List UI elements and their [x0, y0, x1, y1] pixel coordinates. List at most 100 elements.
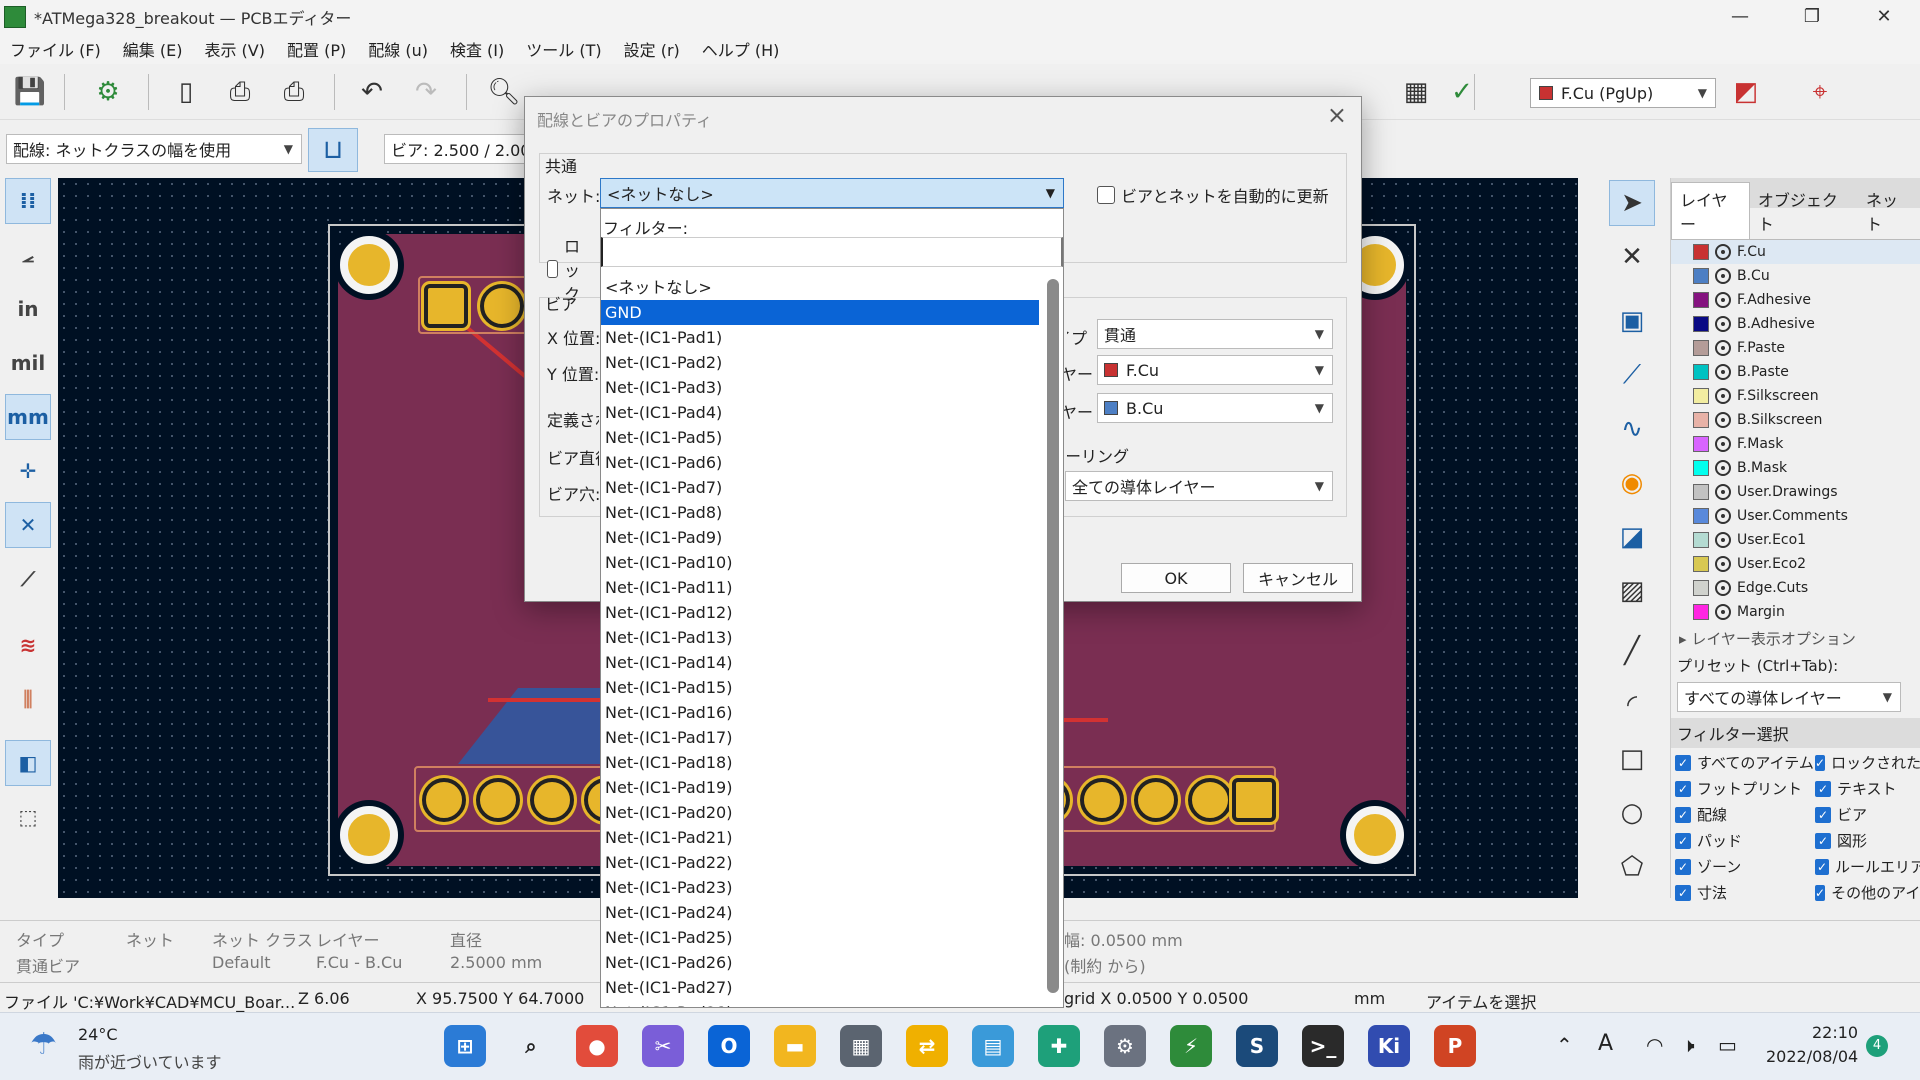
eye-icon[interactable]	[1715, 412, 1731, 428]
calculator-icon[interactable]: ▦	[840, 1025, 882, 1067]
microwave-icon[interactable]: ⌖	[1800, 72, 1840, 112]
wifi-icon[interactable]: ◠	[1646, 1033, 1663, 1057]
via-size-select[interactable]: ビア: 2.500 / 2.000	[384, 134, 534, 164]
menu-view[interactable]: 表示 (V)	[204, 37, 265, 61]
draw-line-icon[interactable]: ╱	[1609, 628, 1655, 674]
volume-icon[interactable]: 🕨	[1682, 1033, 1695, 1057]
layer-color-swatch[interactable]	[1693, 388, 1709, 404]
search-icon[interactable]: ⌕	[510, 1025, 552, 1067]
net-list-item[interactable]: Net-(IC1-Pad24)	[601, 900, 1039, 925]
filter-checkbox[interactable]: ✓ パッド	[1675, 830, 1815, 851]
eye-icon[interactable]	[1715, 604, 1731, 620]
layer-row[interactable]: F.Mask	[1671, 432, 1920, 456]
selection-area-icon[interactable]: ⬚	[5, 794, 51, 840]
net-list-scrollbar[interactable]	[1047, 279, 1059, 993]
scripting-icon[interactable]: ✓	[1442, 72, 1482, 112]
layer-color-swatch[interactable]	[1693, 244, 1709, 260]
layer-color-swatch[interactable]	[1693, 460, 1709, 476]
end-layer-select[interactable]: B.Cu ▼	[1097, 393, 1333, 423]
layer-row[interactable]: Edge.Cuts	[1671, 576, 1920, 600]
outlook-icon[interactable]: O	[708, 1025, 750, 1067]
layer-color-swatch[interactable]	[1693, 532, 1709, 548]
pad[interactable]	[1232, 778, 1276, 822]
auto-update-checkbox[interactable]: ビアとネットを自動的に更新	[1097, 183, 1329, 207]
eye-icon[interactable]	[1715, 484, 1731, 500]
eye-icon[interactable]	[1715, 580, 1731, 596]
track-width-select[interactable]: 配線: ネットクラスの幅を使用 ▼	[6, 134, 302, 164]
layer-row[interactable]: User.Eco1	[1671, 528, 1920, 552]
filter-checkbox[interactable]: ✓ テキスト	[1815, 778, 1920, 799]
unit-inch-button[interactable]: in	[5, 286, 51, 332]
menu-edit[interactable]: 編集 (E)	[123, 37, 183, 61]
pad[interactable]	[476, 778, 520, 822]
layer-color-swatch[interactable]	[1693, 556, 1709, 572]
clock-date[interactable]: 2022/08/04	[1766, 1047, 1858, 1066]
draw-rectangle-icon[interactable]: □	[1609, 736, 1655, 782]
eye-icon[interactable]	[1715, 556, 1731, 572]
save-icon[interactable]: 💾	[10, 72, 50, 112]
layer-row[interactable]: User.Eco2	[1671, 552, 1920, 576]
layer-pair-icon[interactable]: ◩	[1726, 72, 1766, 112]
undo-icon[interactable]: ↶	[352, 72, 392, 112]
net-list-item[interactable]: Net-(IC1-Pad15)	[601, 675, 1039, 700]
layer-row[interactable]: Margin	[1671, 600, 1920, 624]
check-icon[interactable]: ✓	[1815, 806, 1831, 823]
eye-icon[interactable]	[1715, 268, 1731, 284]
check-icon[interactable]: ✓	[1675, 884, 1691, 901]
layer-row[interactable]: F.Adhesive	[1671, 288, 1920, 312]
net-list-item[interactable]: Net-(IC1-Pad3)	[601, 375, 1039, 400]
eye-icon[interactable]	[1715, 436, 1731, 452]
route-track-icon[interactable]: ⟋	[1609, 352, 1655, 398]
preset-select[interactable]: すべての導体レイヤー ▼	[1677, 682, 1901, 712]
net-list-item[interactable]: Net-(IC1-Pad2)	[601, 350, 1039, 375]
terminal-icon[interactable]: >_	[1302, 1025, 1344, 1067]
menu-preferences[interactable]: 設定 (r)	[624, 37, 680, 61]
net-list-item[interactable]: Net-(IC1-Pad10)	[601, 550, 1039, 575]
net-list-item[interactable]: Net-(IC1-Pad11)	[601, 575, 1039, 600]
layer-color-swatch[interactable]	[1693, 340, 1709, 356]
polar-coords-icon[interactable]: ⦟	[5, 232, 51, 278]
weather-temp[interactable]: 24°C	[78, 1025, 118, 1044]
net-list-item[interactable]: Net-(IC1-Pad7)	[601, 475, 1039, 500]
eye-icon[interactable]	[1715, 508, 1731, 524]
check-icon[interactable]: ✓	[1675, 858, 1691, 875]
pcbnew-icon[interactable]: ⚡	[1170, 1025, 1212, 1067]
add-zone-icon[interactable]: ◪	[1609, 514, 1655, 560]
layer-row[interactable]: B.Adhesive	[1671, 312, 1920, 336]
unit-mil-button[interactable]: mil	[5, 340, 51, 386]
check-icon[interactable]: ✓	[1815, 754, 1826, 771]
explorer-icon[interactable]: ▬	[774, 1025, 816, 1067]
ime-indicator[interactable]: A	[1598, 1031, 1613, 1056]
chrome-icon[interactable]: ●	[576, 1025, 618, 1067]
eye-icon[interactable]	[1715, 316, 1731, 332]
layer-color-swatch[interactable]	[1693, 508, 1709, 524]
annular-ring-select[interactable]: 全ての導体レイヤー ▼	[1065, 471, 1333, 501]
via-type-select[interactable]: 貫通 ▼	[1097, 319, 1333, 349]
net-list-item[interactable]: GND	[601, 300, 1039, 325]
close-window-button[interactable]: ✕	[1848, 0, 1920, 34]
layer-color-swatch[interactable]	[1693, 364, 1709, 380]
net-list-item[interactable]: Net-(IC1-Pad9)	[601, 525, 1039, 550]
filter-checkbox[interactable]: ✓ フットプリント	[1675, 778, 1815, 799]
net-list-item[interactable]: Net-(IC1-Pad26)	[601, 950, 1039, 975]
clock-time[interactable]: 22:10	[1812, 1023, 1858, 1042]
settings-icon[interactable]: ⚙	[1104, 1025, 1146, 1067]
draw-arc-icon[interactable]: ◜	[1609, 682, 1655, 728]
check-icon[interactable]: ✓	[1675, 780, 1691, 797]
eye-icon[interactable]	[1715, 244, 1731, 260]
app-icon[interactable]: ▤	[972, 1025, 1014, 1067]
add-footprint-icon[interactable]: ▣	[1609, 298, 1655, 344]
net-list-item[interactable]: Net-(IC1-Pad14)	[601, 650, 1039, 675]
zone-display-icon[interactable]: ≋	[5, 622, 51, 668]
check-icon[interactable]: ✓	[1815, 858, 1829, 875]
layer-color-swatch[interactable]	[1693, 268, 1709, 284]
net-list-item[interactable]: Net-(IC1-Pad22)	[601, 850, 1039, 875]
filter-checkbox[interactable]: ✓ 図形	[1815, 830, 1920, 851]
net-list-item[interactable]: Net-(IC1-Pad17)	[601, 725, 1039, 750]
tray-chevron-icon[interactable]: ⌃	[1556, 1033, 1573, 1057]
menu-help[interactable]: ヘルプ (H)	[702, 37, 780, 61]
cancel-button[interactable]: キャンセル	[1243, 563, 1353, 593]
layer-row[interactable]: F.Cu	[1671, 240, 1920, 264]
check-icon[interactable]: ✓	[1815, 780, 1831, 797]
filter-checkbox[interactable]: ✓ ゾーン	[1675, 856, 1815, 877]
